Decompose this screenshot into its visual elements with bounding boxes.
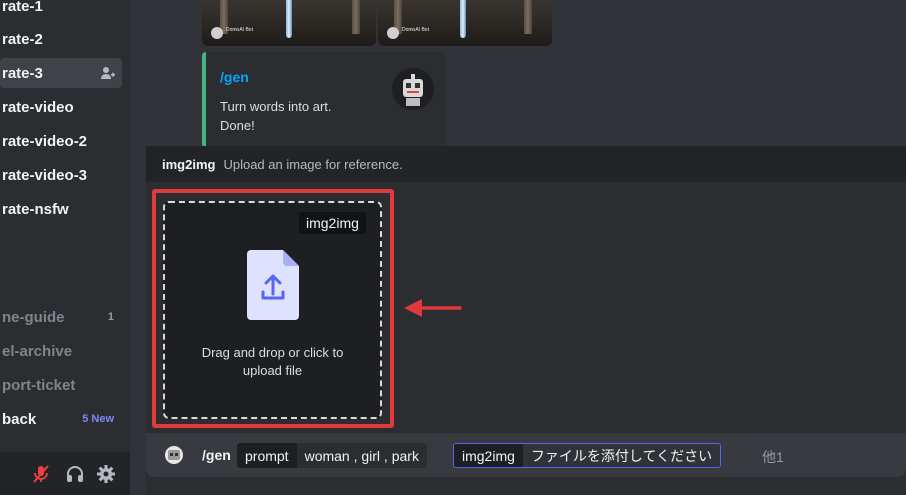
channel-label: el-archive [2, 342, 73, 360]
channel-label: rate-video-2 [2, 132, 88, 150]
channel-item-active[interactable]: rate-3 [0, 58, 122, 88]
embed-title[interactable]: /gen [220, 69, 249, 85]
gear-icon[interactable] [96, 464, 116, 484]
command-name: /gen [202, 447, 231, 463]
bot-mini-avatar [211, 27, 223, 39]
channel-item[interactable]: rate-2 [0, 24, 122, 54]
img2img-param[interactable]: img2img ファイルを添付してください [453, 443, 722, 468]
bot-thumbnail [392, 68, 434, 110]
dropzone-line: upload file [242, 363, 303, 378]
channel-item[interactable]: rate-video [0, 92, 122, 122]
bot-mini-avatar [387, 27, 399, 39]
channel-label: rate-1 [2, 0, 43, 15]
option-name: img2img [162, 156, 216, 172]
param-key: prompt [237, 443, 297, 468]
dropzone-tag: img2img [299, 212, 366, 234]
file-dropzone[interactable]: img2img Drag and drop or click to upload… [163, 201, 382, 419]
embed-line: Turn words into art. [220, 99, 332, 114]
channel-sidebar: rate-1 rate-2 rate-3 rate-video rate-vid… [0, 0, 130, 495]
channel-label: rate-nsfw [2, 200, 69, 218]
channel-label: back [2, 410, 37, 428]
bot-embed: /gen Turn words into art. Done! [202, 52, 446, 148]
channel-item[interactable]: el-archive [0, 336, 122, 366]
param-value[interactable]: ファイルを添付してください [522, 444, 721, 467]
option-header: img2img Upload an image for reference. [146, 146, 906, 182]
generated-images: DomoAI Bot DomoAI Bot [202, 0, 552, 46]
file-upload-icon [247, 250, 299, 320]
param-key: img2img [454, 444, 523, 467]
channel-label: rate-3 [2, 64, 43, 82]
generated-image[interactable]: DomoAI Bot [202, 0, 376, 46]
mute-microphone-icon[interactable] [31, 464, 51, 484]
channel-item[interactable]: rate-1 [0, 0, 122, 21]
channel-label: rate-video-3 [2, 166, 88, 184]
robot-icon [392, 68, 434, 110]
headphones-icon[interactable] [65, 464, 85, 484]
more-options[interactable]: 他1 [762, 447, 784, 467]
channel-item[interactable]: rate-video-3 [0, 160, 122, 190]
new-badge: 5 New [82, 413, 114, 425]
image-attribution: DomoAI Bot [402, 27, 429, 33]
embed-line: Done! [220, 118, 255, 133]
option-description: Upload an image for reference. [223, 156, 403, 172]
image-attribution: DomoAI Bot [226, 27, 253, 33]
mention-count: 1 [107, 311, 114, 323]
channel-label: port-ticket [2, 376, 76, 394]
channel-item[interactable]: ne-guide 1 [0, 302, 122, 332]
user-panel [0, 452, 130, 495]
bot-avatar [165, 446, 183, 464]
robot-icon [168, 450, 180, 460]
channel-item[interactable]: rate-video-2 [0, 126, 122, 156]
channel-item[interactable]: rate-nsfw [0, 194, 122, 224]
dropzone-instructions: Drag and drop or click to upload file [165, 344, 380, 380]
generated-image[interactable]: DomoAI Bot [378, 0, 552, 46]
param-value[interactable]: woman , girl , park [296, 443, 427, 468]
channel-label: ne-guide [2, 308, 65, 326]
channel-item[interactable]: back 5 New [0, 404, 122, 434]
annotation-arrow-icon [404, 299, 462, 317]
slash-command-bar[interactable]: /gen prompt woman , girl , park img2img … [146, 433, 906, 477]
dropzone-line: Drag and drop or click to [201, 345, 344, 360]
prompt-param[interactable]: prompt woman , girl , park [237, 443, 427, 468]
add-member-icon[interactable] [100, 65, 116, 81]
channel-label: rate-2 [2, 30, 43, 48]
embed-description: Turn words into art. Done! [220, 97, 332, 135]
channel-item[interactable]: port-ticket [0, 370, 122, 400]
channel-label: rate-video [2, 98, 74, 116]
